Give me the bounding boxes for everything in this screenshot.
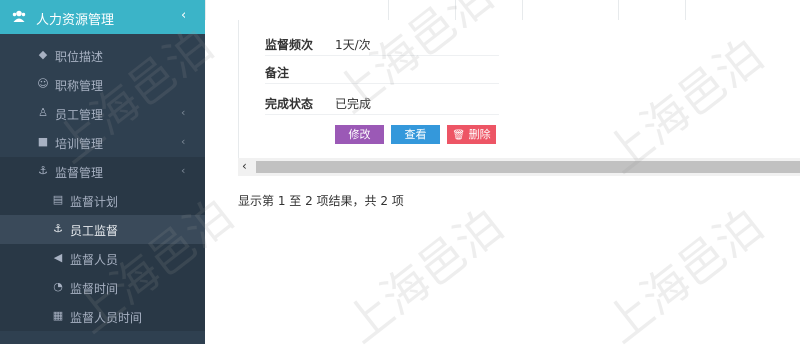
chevron-left-icon: ‹ [181,135,186,148]
sidebar-item-job-description[interactable]: ◆ 职位描述 [0,41,205,70]
table-header-cell [455,0,456,20]
detail-key: 完成状态 [265,97,314,111]
sidebar-header-hr[interactable]: 人力资源管理 ‹ [0,0,205,34]
table-header-strip [205,0,800,20]
sidebar-item-label: 员工管理 [55,108,104,122]
watermark-text: 上海邑泊 [334,197,513,354]
sidebar: 人力资源管理 ‹ ◆ 职位描述 ☺ 职称管理 ♙ 员工管理 ‹ ■ 培训管理 ‹… [0,0,205,344]
bullhorn-icon: ◀ [53,251,63,264]
delete-button[interactable]: 🗑 删除 [447,125,496,144]
edit-button[interactable]: 修改 [335,125,384,144]
horizontal-scrollbar[interactable]: ‹ [238,158,800,176]
sidebar-item-partial[interactable] [0,333,205,344]
view-button[interactable]: 查看 [391,125,440,144]
chevron-left-icon: ‹ [181,106,186,119]
briefcase-icon: ■ [37,135,49,148]
chevron-left-icon: ‹ [181,8,187,23]
trash-icon: 🗑 [452,130,466,141]
calendar-icon: ▦ [52,309,64,322]
sidebar-item-label: 监督管理 [55,166,104,180]
detail-value: 已完成 [335,97,372,111]
bell-icon: ◔ [53,280,63,293]
users-icon [12,10,26,22]
sidebar-item-label: 监督人员时间 [70,311,143,325]
detail-row-remark: 备注 [265,56,499,84]
sidebar-item-supervision-management[interactable]: ⚓ 监督管理 ‹ [0,157,205,186]
sidebar-item-employee-management[interactable]: ♙ 员工管理 ‹ [0,99,205,128]
scroll-left-icon[interactable]: ‹ [242,159,247,173]
scrollbar-thumb[interactable] [256,161,800,173]
anchor-icon: ⚓ [53,222,63,235]
anchor-icon: ⚓ [38,164,48,177]
detail-row-status: 完成状态 已完成 [265,87,499,115]
list-icon: ▤ [52,193,64,206]
detail-row-frequency: 监督频次 1天/次 [265,28,499,56]
table-header-cell [685,0,686,20]
edit-button-label: 修改 [348,128,371,141]
sidebar-item-employee-supervision[interactable]: ⚓ 员工监督 [0,215,205,244]
pagination-info: 显示第 1 至 2 项结果，共 2 项 [238,194,404,208]
sidebar-item-supervision-time[interactable]: ◔ 监督时间 [0,273,205,302]
sidebar-item-supervisor-time[interactable]: ▦ 监督人员时间 [0,302,205,331]
table-header-cell [618,0,619,20]
sidebar-item-label: 培训管理 [55,137,104,151]
sidebar-header-label: 人力资源管理 [36,13,115,28]
detail-value: 1天/次 [335,38,371,52]
table-header-cell [205,0,206,20]
sidebar-item-label: 职称管理 [55,79,104,93]
sidebar-item-label: 监督计划 [70,195,119,209]
users-icon: ☺ [37,77,49,90]
chevron-down-icon: ‹ [181,164,186,177]
sidebar-item-training-management[interactable]: ■ 培训管理 ‹ [0,128,205,157]
delete-button-label: 删除 [468,128,491,141]
detail-key: 监督频次 [265,38,314,52]
view-button-label: 查看 [404,128,427,141]
detail-key: 备注 [265,66,290,80]
sidebar-item-supervision-plan[interactable]: ▤ 监督计划 [0,186,205,215]
user-icon: ♙ [38,106,48,119]
sidebar-item-label: 监督时间 [70,282,119,296]
sidebar-item-title-management[interactable]: ☺ 职称管理 [0,70,205,99]
table-header-cell [388,0,389,20]
diamond-icon: ◆ [38,48,48,61]
watermark-text: 上海邑泊 [594,197,773,354]
record-detail-card: 监督频次 1天/次 备注 完成状态 已完成 修改 查看 🗑 删除 [238,20,800,159]
sidebar-item-label: 员工监督 [70,224,119,238]
sidebar-item-label: 职位描述 [55,50,104,64]
sidebar-item-label: 监督人员 [70,253,119,267]
sidebar-item-supervisors[interactable]: ◀ 监督人员 [0,244,205,273]
table-header-cell [522,0,523,20]
